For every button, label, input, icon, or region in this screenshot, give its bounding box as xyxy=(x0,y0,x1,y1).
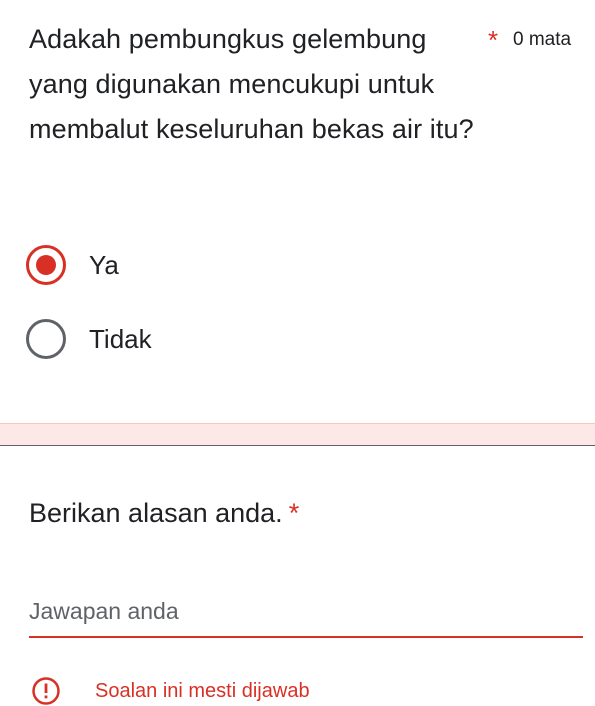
error-highlight-band xyxy=(0,423,595,446)
question-title-text: Berikan alasan anda. xyxy=(29,498,283,528)
question-title: Adakah pembungkus gelembung yang digunak… xyxy=(29,24,474,144)
radio-button-selected[interactable] xyxy=(26,245,66,285)
question-title-reason: Berikan alasan anda. * xyxy=(29,495,299,531)
radio-option-label: Ya xyxy=(89,250,119,280)
error-message: Soalan ini mesti dijawab xyxy=(95,680,310,702)
answer-input[interactable] xyxy=(29,592,583,630)
error-exclamation-icon xyxy=(32,677,60,705)
required-star: * xyxy=(288,498,300,528)
radio-option-tidak[interactable]: Tidak xyxy=(26,317,152,361)
points-label: 0 mata xyxy=(513,29,572,50)
radio-option-ya[interactable]: Ya xyxy=(26,243,119,287)
radio-button-unselected[interactable] xyxy=(26,319,66,359)
answer-field[interactable] xyxy=(29,592,583,638)
required-star: * xyxy=(488,25,499,55)
validation-error: Soalan ini mesti dijawab xyxy=(31,676,310,706)
section-divider xyxy=(0,445,595,446)
radio-option-label: Tidak xyxy=(89,324,152,354)
